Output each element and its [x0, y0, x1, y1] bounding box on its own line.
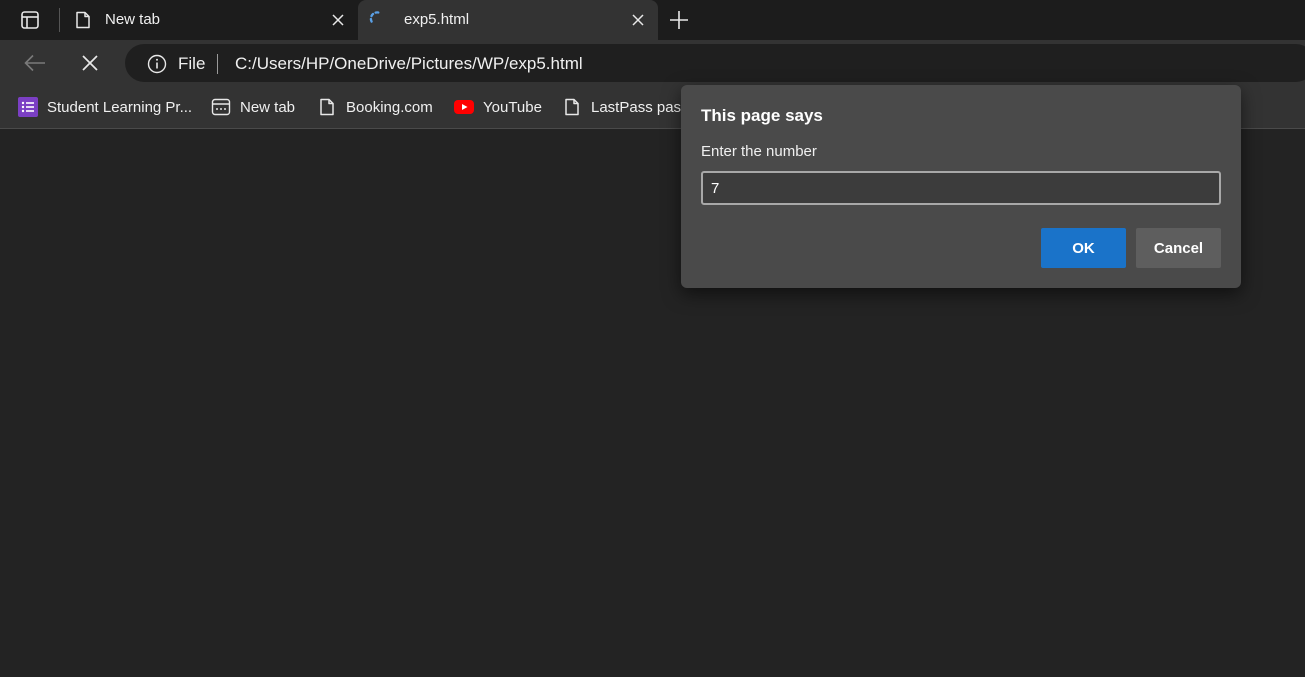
bookmark-label: Student Learning Pr...	[47, 98, 193, 116]
prompt-input[interactable]	[701, 171, 1221, 205]
info-icon[interactable]	[147, 54, 167, 74]
bookmark-booking[interactable]: Booking.com	[317, 96, 433, 118]
address-divider	[217, 54, 218, 74]
ok-button[interactable]: OK	[1041, 228, 1126, 268]
plus-icon	[670, 11, 688, 29]
address-bar[interactable]: File C:/Users/HP/OneDrive/Pictures/WP/ex…	[125, 44, 1305, 82]
toolbar: File C:/Users/HP/OneDrive/Pictures/WP/ex…	[0, 40, 1305, 86]
prompt-dialog: This page says Enter the number OK Cance…	[681, 85, 1241, 288]
bookmark-label: New tab	[240, 98, 296, 116]
new-tab-button[interactable]	[667, 8, 691, 32]
back-arrow-icon	[24, 54, 45, 72]
close-icon[interactable]	[328, 10, 348, 30]
tab-title: New tab	[105, 11, 161, 28]
address-scheme: File	[178, 54, 206, 73]
forms-icon	[18, 97, 38, 117]
page-icon	[317, 97, 337, 117]
bookmark-new-tab[interactable]: New tab	[211, 96, 295, 118]
tab-actions-button[interactable]	[12, 8, 48, 32]
stop-loading-button[interactable]	[78, 51, 102, 75]
dialog-title: This page says	[701, 106, 823, 125]
dialog-message: Enter the number	[701, 143, 817, 160]
newtab-icon	[211, 97, 231, 117]
youtube-icon	[454, 97, 474, 117]
tab-exp5[interactable]: exp5.html	[358, 0, 658, 40]
bookmark-label: YouTube	[483, 98, 542, 116]
cancel-button[interactable]: Cancel	[1136, 228, 1221, 268]
tab-title: exp5.html	[404, 11, 470, 28]
bookmark-label: Booking.com	[346, 98, 433, 116]
tab-new-tab[interactable]: New tab	[62, 0, 358, 40]
close-icon	[82, 55, 98, 71]
tab-actions-icon	[21, 11, 39, 29]
bookmark-lastpass[interactable]: LastPass passw	[562, 96, 699, 118]
bookmark-youtube[interactable]: YouTube	[454, 96, 542, 118]
address-url[interactable]: C:/Users/HP/OneDrive/Pictures/WP/exp5.ht…	[235, 54, 583, 74]
page-icon	[562, 97, 582, 117]
loading-spinner-icon	[368, 9, 386, 27]
back-button[interactable]	[23, 51, 47, 75]
page-icon	[74, 11, 92, 29]
bookmark-student-learning[interactable]: Student Learning Pr...	[18, 96, 192, 118]
tab-strip: New tab exp5.html	[0, 0, 1305, 40]
close-icon[interactable]	[628, 10, 648, 30]
tab-separator	[59, 8, 60, 32]
